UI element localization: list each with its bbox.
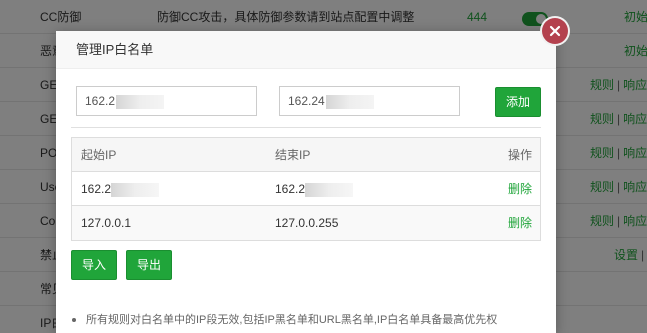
table-row: 127.0.0.1 127.0.0.255 删除: [72, 206, 540, 240]
redaction-blur: [116, 94, 165, 109]
start-ip-cell: 162.2: [81, 172, 160, 206]
ip-whitelist-modal: 管理IP白名单 162.2 162.24 添加 起始IP 结束IP 操作 162…: [56, 16, 570, 333]
end-ip-cell: 127.0.0.255: [275, 216, 339, 230]
start-ip-input[interactable]: 162.2: [76, 86, 257, 116]
start-ip-value: 162.2: [85, 94, 116, 108]
delete-link[interactable]: 删除: [508, 206, 532, 240]
note-text: 所有规则对白名单中的IP段无效,包括IP黑名单和URL黑名单,IP白名单具备最高…: [72, 311, 497, 327]
close-button[interactable]: [540, 16, 570, 46]
divider: [71, 127, 541, 128]
close-icon: [542, 18, 568, 44]
column-header-end-ip: 结束IP: [275, 148, 311, 162]
end-ip-input[interactable]: 162.24: [279, 86, 460, 116]
redaction-blur: [325, 94, 374, 109]
table-row: 162.2 162.2 删除: [72, 172, 540, 206]
end-ip-cell: 162.2: [275, 172, 354, 206]
column-header-action: 操作: [507, 148, 532, 162]
delete-link[interactable]: 删除: [508, 172, 532, 206]
modal-title: 管理IP白名单: [76, 42, 154, 57]
start-ip-cell: 127.0.0.1: [81, 216, 132, 230]
whitelist-table: 起始IP 结束IP 操作 162.2 162.2 删除 127.0.0.1 12…: [71, 137, 541, 241]
add-button[interactable]: 添加: [495, 87, 541, 117]
redaction-blur: [111, 182, 160, 197]
redaction-blur: [305, 182, 354, 197]
import-button[interactable]: 导入: [71, 250, 117, 280]
column-header-start-ip: 起始IP: [81, 148, 117, 162]
end-ip-value: 162.24: [288, 94, 325, 108]
table-header-row: 起始IP 结束IP 操作: [72, 138, 540, 172]
export-button[interactable]: 导出: [126, 250, 172, 280]
bullet-icon: [72, 318, 76, 323]
modal-header: 管理IP白名单: [56, 31, 556, 69]
